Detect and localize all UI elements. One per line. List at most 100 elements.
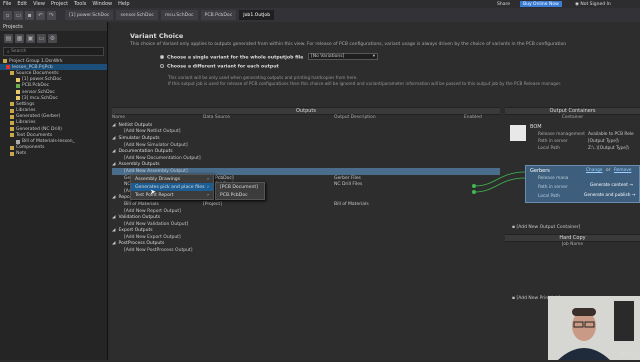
output-row[interactable]: [Add New PostProcess Output] [112, 247, 500, 254]
change-link[interactable]: Change [586, 168, 602, 173]
search-placeholder: Search [10, 49, 27, 54]
variant-option-multiple[interactable]: Choose a different variant for each outp… [160, 64, 279, 70]
menu-file[interactable]: File [0, 1, 14, 7]
menu-project[interactable]: Project [48, 1, 71, 7]
folder-icon [10, 102, 14, 107]
project-open-icon[interactable]: ▦ [15, 33, 24, 43]
tab-pcb-pcbdoc[interactable]: PCB.PcbDoc [200, 10, 237, 20]
connection-dot-icon[interactable] [472, 184, 476, 188]
workspace-icon [3, 59, 7, 64]
gerbers-key: Path in server [538, 185, 568, 190]
container-gerbers[interactable]: Gerbers Change or Remove Release mana Pa… [525, 165, 640, 203]
variant-option-single[interactable]: Choose a single variant for the whole ou… [160, 55, 303, 61]
output-category-row[interactable]: ◢ Netlist Outputs [112, 122, 500, 129]
output-category-row[interactable]: ◢ Export Outputs [112, 228, 500, 235]
tab-power-schdoc[interactable]: [1] power.SchDoc [65, 10, 114, 20]
remove-link[interactable]: Remove [614, 168, 631, 173]
menu-window[interactable]: Window [89, 1, 115, 7]
context-submenu: [PCB Document] PCB.PcbDoc [215, 182, 265, 200]
projects-panel: Projects ▤ ▦ ▣ ▭ ⚙ ⌕ Search Project Grou… [0, 22, 108, 360]
container-bom[interactable]: BOM Release management Available to PCB … [510, 122, 640, 162]
output-name: Export Outputs [118, 228, 153, 234]
open-folder-icon[interactable]: ▭ [14, 10, 23, 20]
connection-dot-icon[interactable] [472, 190, 476, 194]
output-row[interactable]: Bill of Materials [Project] Bill of Materi… [112, 201, 500, 208]
submenu-pcb-pcbdoc[interactable]: PCB.PcbDoc [216, 191, 264, 199]
containers-column: Container [561, 115, 584, 120]
menu-assembly-drawings[interactable]: Assembly Drawings › [131, 175, 213, 183]
project-save-icon[interactable]: ▣ [26, 33, 35, 43]
output-row[interactable]: [Add New Documentation Output] [112, 155, 500, 162]
hardcopy-column: Job Name [561, 242, 584, 247]
generate-publish-button[interactable]: Generate and publish → [584, 193, 635, 198]
folder-icon [10, 145, 14, 150]
output-category-row[interactable]: ◢ PostProcess Outputs [112, 241, 500, 248]
variant-note-2: If this output job is used for release o… [168, 81, 562, 86]
output-category-row[interactable]: ◢ Assembly Outputs [112, 162, 500, 169]
mouse-cursor-icon: ➤ [150, 188, 156, 196]
project-icon [6, 65, 10, 70]
or-label: or [606, 168, 611, 173]
generate-content-button[interactable]: Generate content → [590, 183, 633, 188]
output-name: [Add New PostProcess Output] [124, 248, 193, 254]
menu-view[interactable]: View [30, 1, 48, 7]
output-name: [Add New Validation Output] [124, 221, 189, 227]
redo-icon[interactable]: ↷ [47, 10, 56, 20]
new-icon[interactable]: ▫ [3, 10, 12, 20]
radio-multiple-icon[interactable] [160, 64, 164, 68]
project-settings-icon[interactable]: ⚙ [48, 33, 57, 43]
menu-tools[interactable]: Tools [71, 1, 89, 7]
col-data-source: Data Source [203, 115, 230, 120]
folder-icon [10, 133, 14, 138]
variant-choice-description: This choice of Variant only applies to o… [130, 42, 567, 47]
output-row[interactable]: [Add New Export Output] [112, 234, 500, 241]
output-row[interactable]: [Add New Validation Output] [112, 221, 500, 228]
tab-job1-outjob[interactable]: Job1.OutJob [239, 10, 275, 20]
menu-help[interactable]: Help [115, 1, 132, 7]
output-category-row[interactable]: ◢ Validation Outputs [112, 214, 500, 221]
share-button[interactable]: Share [494, 1, 513, 7]
output-row[interactable]: [Add New Netlist Output] [112, 129, 500, 136]
folder-icon [10, 108, 14, 113]
output-description: NC Drill Files [334, 182, 363, 188]
toolbar: ▫ ▭ ▪ ↶ ↷ [1] power.SchDoc sensor.SchDoc… [0, 8, 640, 22]
panels-button[interactable]: Panels [620, 352, 634, 357]
hardcopy-header: Hard Copy [505, 234, 640, 242]
bom-value: Z:\..\[Output Type]\ [588, 146, 629, 151]
bom-container-icon [510, 125, 526, 141]
output-description: Gerber Files [334, 175, 361, 181]
share-label: Share [497, 1, 510, 7]
account-button[interactable]: ◉ Not Signed In [572, 1, 614, 7]
chevron-down-icon: ▾ [372, 54, 375, 59]
projects-title: Projects [0, 22, 107, 31]
submenu-pcb-document[interactable]: [PCB Document] [216, 183, 264, 191]
add-output-container[interactable]: ▪ [Add New Output Container] [512, 225, 580, 230]
output-name: PostProcess Outputs [118, 241, 165, 247]
chevron-right-icon: › [207, 192, 209, 198]
project-new-icon[interactable]: ▤ [4, 33, 13, 43]
output-row[interactable]: [Add New Simulator Output] [112, 142, 500, 149]
output-name: Validation Outputs [118, 215, 161, 221]
radio-single-icon[interactable] [160, 55, 164, 59]
tab-sensor-schdoc[interactable]: sensor.SchDoc [116, 10, 158, 20]
output-category-row[interactable]: ◢ Documentation Outputs [112, 148, 500, 155]
tree-item[interactable]: Nets [0, 151, 107, 157]
bom-value: Available to PCB Rele [588, 132, 634, 137]
tab-mcu-schdoc[interactable]: mcu.SchDoc [160, 10, 198, 20]
output-name: Documentation Outputs [118, 149, 173, 155]
menu-edit[interactable]: Edit [14, 1, 30, 7]
projects-search-input[interactable]: ⌕ Search [3, 47, 104, 56]
buy-online-button[interactable]: Buy Online Now [520, 1, 562, 7]
output-name: Assembly Outputs [118, 162, 160, 168]
variant-select[interactable]: [No Variations] ▾ [308, 53, 378, 60]
save-icon[interactable]: ▪ [25, 10, 34, 20]
menu-test-point-report[interactable]: Test Point Report › [131, 191, 213, 199]
containers-header: Output Containers [505, 107, 640, 115]
output-row[interactable]: [Add New Report Output] [112, 208, 500, 215]
chevron-right-icon: › [207, 184, 209, 190]
col-output-description: Output Description [334, 115, 376, 120]
project-folder-icon[interactable]: ▭ [37, 33, 46, 43]
undo-icon[interactable]: ↶ [36, 10, 45, 20]
menu-generates-pick-place[interactable]: Generates pick and place files › [131, 183, 213, 191]
output-category-row[interactable]: ◢ Simulator Outputs [112, 135, 500, 142]
